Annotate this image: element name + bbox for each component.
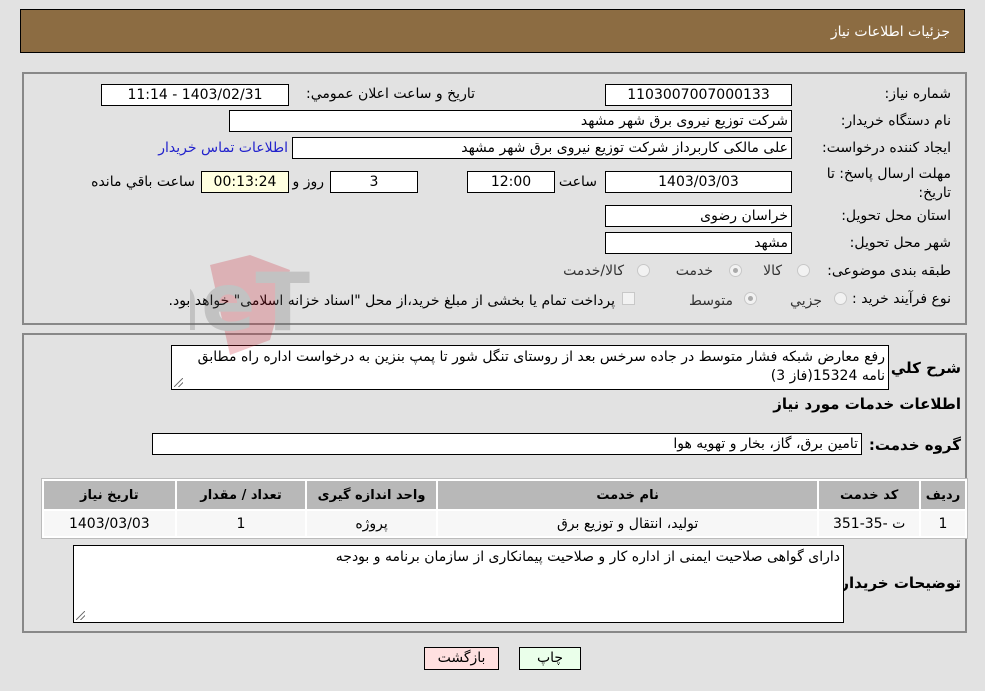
category-goods-service-radio[interactable] bbox=[637, 264, 650, 277]
city-label: شهر محل تحویل: bbox=[849, 235, 951, 251]
purchase-minor-radio[interactable] bbox=[834, 292, 847, 305]
cell-code: ت -35-351 bbox=[819, 511, 919, 536]
col-unit-header: واحد اندازه گیری bbox=[307, 481, 436, 509]
deadline-date-field: 1403/03/03 bbox=[605, 171, 792, 193]
treasury-note: پرداخت تمام یا بخشی از مبلغ خرید،از محل … bbox=[168, 293, 615, 309]
province-label: استان محل تحویل: bbox=[841, 208, 951, 224]
resize-grip-icon[interactable] bbox=[174, 378, 183, 387]
province-field: خراسان رضوی bbox=[605, 205, 792, 227]
col-code-header: کد خدمت bbox=[819, 481, 919, 509]
details-panel: شرح کلي نیاز: رفع معارض شبکه فشار متوسط … bbox=[22, 333, 968, 633]
page-header: جزئیات اطلاعات نیاز bbox=[20, 9, 965, 53]
buyer-org-field: شرکت توزیع نیروی برق شهر مشهد bbox=[229, 110, 792, 132]
col-date-header: تاریخ نیاز bbox=[44, 481, 175, 509]
category-goods-label: کالا bbox=[763, 263, 782, 279]
category-goods-service-label: کالا/خدمت bbox=[563, 263, 624, 279]
resize-grip-icon[interactable] bbox=[76, 611, 85, 620]
cell-qty: 1 bbox=[176, 511, 306, 536]
cell-row: 1 bbox=[920, 511, 965, 536]
days-label: روز و bbox=[292, 174, 325, 190]
print-button[interactable]: چاپ bbox=[519, 647, 581, 670]
remaining-time-field: 00:13:24 bbox=[201, 171, 289, 193]
col-qty-header: تعداد / مقدار bbox=[176, 481, 306, 509]
purchase-minor-label: جزیي bbox=[790, 293, 822, 309]
category-label: طبقه بندی موضوعی: bbox=[827, 263, 951, 279]
cell-name: تولید، انتقال و توزیع برق bbox=[437, 511, 818, 536]
table-header-row: ردیف کد خدمت نام خدمت واحد اندازه گیری ت… bbox=[44, 481, 965, 509]
back-button[interactable]: بازگشت bbox=[424, 647, 499, 670]
table-row: 1 ت -35-351 تولید، انتقال و توزیع برق پر… bbox=[44, 511, 965, 536]
days-field: 3 bbox=[330, 171, 418, 193]
col-name-header: نام خدمت bbox=[437, 481, 818, 509]
buyer-notes-text: دارای گواهی صلاحیت ایمنی از اداره کار و … bbox=[335, 549, 840, 565]
col-row-header: ردیف bbox=[920, 481, 965, 509]
treasury-checkbox[interactable] bbox=[622, 292, 635, 305]
category-service-label: خدمت bbox=[675, 263, 713, 279]
deadline-time-field: 12:00 bbox=[467, 171, 555, 193]
buyer-notes-label: توضیحات خریدار: bbox=[834, 574, 961, 592]
city-field: مشهد bbox=[605, 232, 792, 254]
deadline-label: مهلت ارسال پاسخ: تا تاریخ: bbox=[826, 166, 951, 201]
service-group-label: گروه خدمت: bbox=[868, 436, 961, 454]
cell-date: 1403/03/03 bbox=[44, 511, 175, 536]
need-number-field: 1103007007000133 bbox=[605, 84, 792, 106]
service-group-field: تامین برق، گاز، بخار و تهویه هوا bbox=[152, 433, 862, 455]
description-text: رفع معارض شبکه فشار متوسط در جاده سرخس ب… bbox=[197, 349, 885, 384]
services-title: اطلاعات خدمات مورد نیاز bbox=[773, 395, 961, 413]
buyer-contact-link[interactable]: اطلاعات تماس خریدار bbox=[158, 140, 288, 156]
purchase-medium-label: متوسط bbox=[689, 293, 733, 309]
deadline-time-label: ساعت bbox=[558, 174, 597, 190]
requester-label: ایجاد کننده درخواست: bbox=[822, 140, 951, 156]
buyer-org-label: نام دستگاه خریدار: bbox=[840, 113, 951, 129]
need-info-panel: شماره نیاز: 1103007007000133 تاریخ و ساع… bbox=[22, 72, 967, 325]
description-textarea[interactable]: رفع معارض شبکه فشار متوسط در جاده سرخس ب… bbox=[171, 345, 889, 390]
category-service-radio[interactable] bbox=[729, 264, 742, 277]
requester-field: علی مالکی کاربرداز شرکت توزیع نیروی برق … bbox=[292, 137, 792, 159]
page-title: جزئیات اطلاعات نیاز bbox=[830, 24, 950, 40]
buyer-notes-textarea[interactable]: دارای گواهی صلاحیت ایمنی از اداره کار و … bbox=[73, 545, 844, 623]
announce-datetime-field: 1403/02/31 - 11:14 bbox=[101, 84, 289, 106]
purchase-type-label: نوع فرآیند خرید : bbox=[852, 291, 951, 307]
cell-unit: پروژه bbox=[307, 511, 436, 536]
purchase-medium-radio[interactable] bbox=[744, 292, 757, 305]
need-number-label: شماره نیاز: bbox=[884, 86, 952, 102]
services-table: ردیف کد خدمت نام خدمت واحد اندازه گیری ت… bbox=[41, 478, 968, 539]
category-goods-radio[interactable] bbox=[797, 264, 810, 277]
remaining-time-label: ساعت باقي مانده bbox=[91, 174, 195, 190]
announce-datetime-label: تاریخ و ساعت اعلان عمومي: bbox=[306, 86, 475, 102]
